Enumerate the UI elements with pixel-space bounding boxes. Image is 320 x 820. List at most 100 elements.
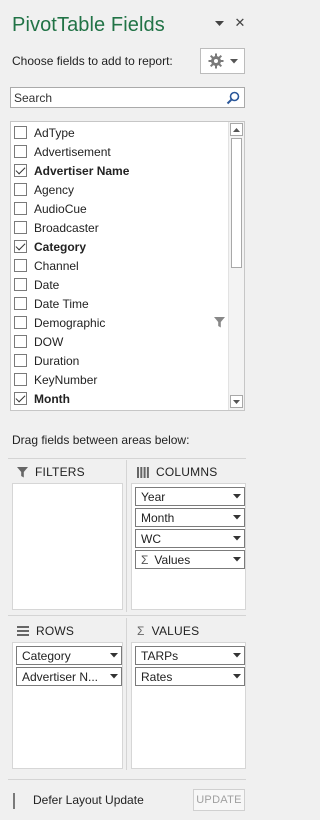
rows-area-header: ROWS bbox=[17, 622, 74, 640]
search-box bbox=[10, 87, 245, 108]
values-field-pill[interactable]: TARPs bbox=[135, 646, 245, 665]
field-label: Broadcaster bbox=[34, 220, 99, 235]
panel-title: PivotTable Fields bbox=[12, 14, 165, 36]
scroll-up-button[interactable] bbox=[230, 123, 243, 136]
field-label: Demographic bbox=[34, 315, 106, 330]
pill-label: WC bbox=[141, 531, 161, 546]
divider bbox=[8, 458, 246, 459]
field-label: AdType bbox=[34, 125, 75, 140]
scroll-down-icon bbox=[233, 399, 240, 404]
gear-icon bbox=[208, 53, 223, 69]
filters-area-title: FILTERS bbox=[35, 465, 85, 479]
panel-options-dropdown[interactable] bbox=[211, 14, 227, 32]
columns-drop-area[interactable]: Year Month WC Σ Values bbox=[131, 483, 246, 610]
field-item-duration[interactable]: Duration bbox=[11, 351, 229, 370]
field-checkbox[interactable] bbox=[14, 145, 27, 158]
filters-drop-area[interactable] bbox=[12, 483, 123, 610]
divider bbox=[8, 615, 246, 616]
field-checkbox[interactable] bbox=[14, 259, 27, 272]
field-checkbox[interactable] bbox=[14, 354, 27, 367]
pill-label: Category bbox=[22, 648, 71, 663]
filter-icon[interactable] bbox=[214, 317, 225, 331]
area-divider bbox=[126, 460, 127, 612]
drag-fields-instruction: Drag fields between areas below: bbox=[12, 433, 190, 447]
field-checkbox[interactable] bbox=[14, 126, 27, 139]
columns-area-header: COLUMNS bbox=[137, 463, 217, 481]
field-label: Date bbox=[34, 277, 60, 292]
field-item-keynumber[interactable]: KeyNumber bbox=[11, 370, 229, 389]
field-item-month[interactable]: Month bbox=[11, 389, 229, 408]
choose-fields-label: Choose fields to add to report: bbox=[12, 54, 173, 68]
columns-area-title: COLUMNS bbox=[156, 465, 218, 479]
field-checkbox[interactable] bbox=[14, 221, 27, 234]
pill-label: Advertiser N... bbox=[22, 669, 99, 684]
field-item-advertiser-name[interactable]: Advertiser Name bbox=[11, 161, 229, 180]
chevron-down-icon[interactable] bbox=[230, 653, 244, 658]
field-checkbox[interactable] bbox=[14, 297, 27, 310]
field-item-category[interactable]: Category bbox=[11, 237, 229, 256]
field-item-advertisement[interactable]: Advertisement bbox=[11, 142, 229, 161]
field-item-channel[interactable]: Channel bbox=[11, 256, 229, 275]
field-checkbox[interactable] bbox=[14, 316, 27, 329]
field-item-date-time[interactable]: Date Time bbox=[11, 294, 229, 313]
rows-drop-area[interactable]: Category Advertiser N... bbox=[12, 642, 123, 769]
field-item-broadcaster[interactable]: Broadcaster bbox=[11, 218, 229, 237]
defer-layout-checkbox[interactable] bbox=[13, 793, 15, 809]
scrollbar-thumb[interactable] bbox=[231, 138, 242, 268]
close-button[interactable]: ✕ bbox=[232, 14, 248, 32]
update-button[interactable]: UPDATE bbox=[193, 789, 245, 811]
chevron-down-icon[interactable] bbox=[230, 557, 244, 562]
chevron-down-icon[interactable] bbox=[230, 536, 244, 541]
chevron-down-icon[interactable] bbox=[230, 674, 244, 679]
scroll-down-button[interactable] bbox=[230, 395, 243, 408]
rows-icon bbox=[17, 626, 29, 636]
field-checkbox[interactable] bbox=[14, 183, 27, 196]
rows-field-pill[interactable]: Category bbox=[16, 646, 122, 665]
filter-icon bbox=[17, 466, 28, 477]
field-list-scrollbar[interactable] bbox=[228, 122, 244, 410]
pill-label: TARPs bbox=[141, 648, 179, 663]
field-item-dow[interactable]: DOW bbox=[11, 332, 229, 351]
field-checkbox[interactable] bbox=[14, 202, 27, 215]
field-checkbox[interactable] bbox=[14, 335, 27, 348]
field-label: Date Time bbox=[34, 296, 89, 311]
values-area-header: Σ VALUES bbox=[137, 622, 199, 640]
search-input[interactable] bbox=[11, 88, 211, 107]
columns-field-pill[interactable]: Month bbox=[135, 508, 245, 527]
field-checkbox[interactable] bbox=[14, 164, 27, 177]
chevron-down-icon[interactable] bbox=[230, 515, 244, 520]
divider bbox=[8, 779, 246, 780]
chevron-down-icon[interactable] bbox=[107, 653, 121, 658]
field-checkbox[interactable] bbox=[14, 240, 27, 253]
field-checkbox[interactable] bbox=[14, 373, 27, 386]
values-field-pill[interactable]: Rates bbox=[135, 667, 245, 686]
field-label: Advertisement bbox=[34, 144, 111, 159]
pill-label: Rates bbox=[141, 669, 173, 684]
field-item-adtype[interactable]: AdType bbox=[11, 123, 229, 142]
values-drop-area[interactable]: TARPs Rates bbox=[131, 642, 246, 769]
search-icon[interactable] bbox=[226, 91, 240, 108]
values-area-title: VALUES bbox=[151, 624, 200, 638]
field-list: AdType Advertisement Advertiser Name Age… bbox=[10, 121, 245, 411]
columns-values-pill[interactable]: Σ Values bbox=[135, 550, 245, 569]
field-label: AudioCue bbox=[34, 201, 87, 216]
field-item-agency[interactable]: Agency bbox=[11, 180, 229, 199]
tools-button[interactable] bbox=[200, 48, 245, 74]
defer-layout-label: Defer Layout Update bbox=[33, 793, 144, 807]
sigma-icon: Σ bbox=[141, 552, 149, 567]
field-checkbox[interactable] bbox=[14, 278, 27, 291]
field-item-demographic[interactable]: Demographic bbox=[11, 313, 229, 332]
field-label: Channel bbox=[34, 258, 79, 273]
scroll-up-icon bbox=[233, 127, 240, 132]
sigma-icon: Σ bbox=[137, 624, 145, 638]
columns-field-pill[interactable]: Year bbox=[135, 487, 245, 506]
rows-field-pill[interactable]: Advertiser N... bbox=[16, 667, 122, 686]
pill-label: Month bbox=[141, 510, 175, 525]
area-divider bbox=[126, 618, 127, 770]
field-checkbox[interactable] bbox=[14, 392, 27, 405]
field-item-audiocue[interactable]: AudioCue bbox=[11, 199, 229, 218]
chevron-down-icon[interactable] bbox=[107, 674, 121, 679]
columns-field-pill[interactable]: WC bbox=[135, 529, 245, 548]
chevron-down-icon[interactable] bbox=[230, 494, 244, 499]
field-item-date[interactable]: Date bbox=[11, 275, 229, 294]
